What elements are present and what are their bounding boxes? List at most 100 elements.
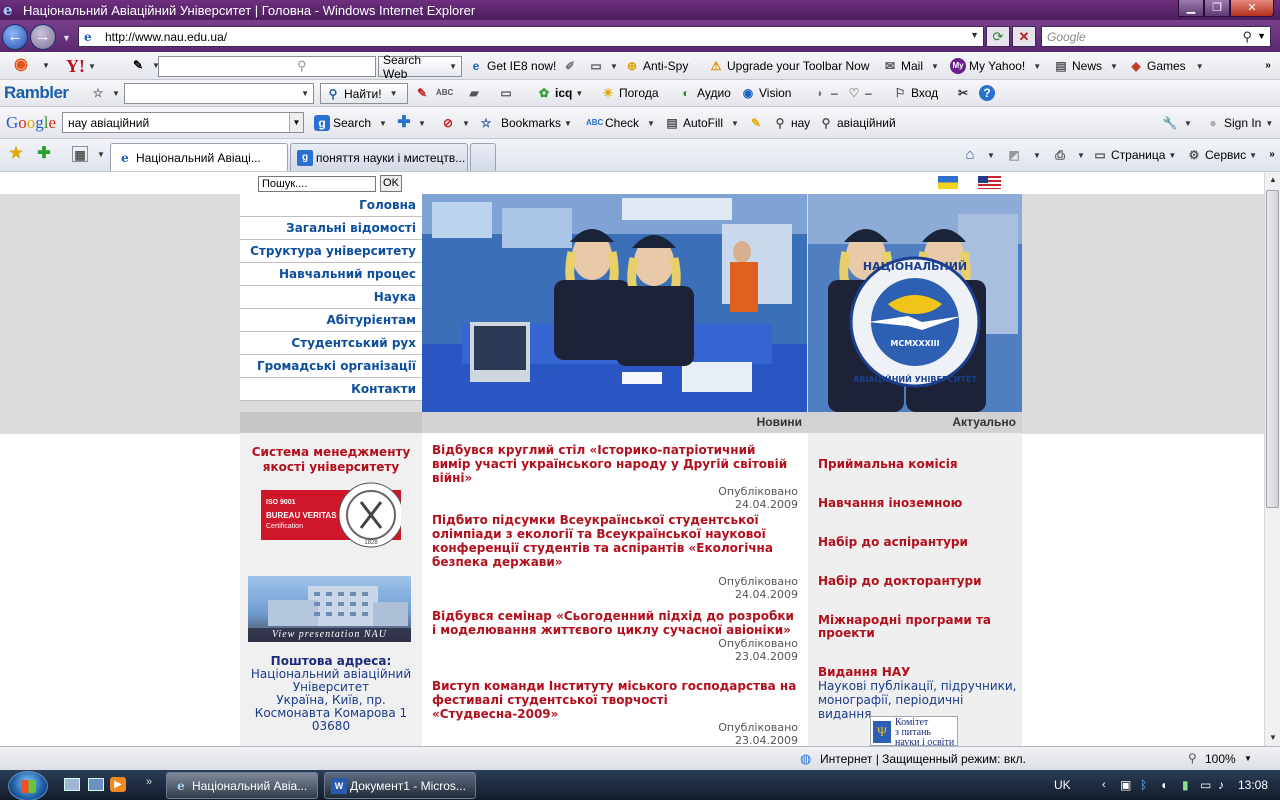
print-dropdown-icon[interactable]: ▼ [1077,151,1085,160]
tab-nau[interactable]: e Національний Авіаці... [110,143,288,171]
actual-link-postgraduate[interactable]: Набір до аспірантури [818,536,1018,549]
upgrade-toolbar-button[interactable]: ⚠ Upgrade your Toolbar Now [708,58,870,74]
address-bar[interactable]: e http://www.nau.edu.ua/ ▼ [78,26,984,47]
settings-tools-icon[interactable]: ✂ [955,85,971,101]
news-title-link[interactable]: Підбито підсумки Всеукраїнської студентс… [432,513,798,569]
autofill-button[interactable]: ▤ AutoFill ▼ [664,115,739,131]
news-button[interactable]: ▤ News ▼ [1053,58,1118,74]
quick-tabs-icon[interactable]: ▦ [72,146,88,162]
tray-bluetooth-icon[interactable]: ᛒ [1140,770,1147,800]
zoom-level[interactable]: 100% [1205,752,1236,766]
my-yahoo-button[interactable]: My My Yahoo! ▼ [950,58,1041,74]
taskbar-ie-window[interactable]: e Національний Авіа... [166,772,318,799]
help-icon[interactable]: ? [979,85,995,101]
add-favorites-icon[interactable]: ✚ [36,146,52,162]
quicklaunch-more-icon[interactable]: » [146,776,152,788]
vision-button[interactable]: ◉ Vision [740,85,792,101]
actual-link-foreign-study[interactable]: Навчання іноземною [818,497,1018,510]
show-desktop-icon[interactable] [64,778,80,791]
nav-education[interactable]: Навчальний процес [240,263,422,286]
security-zone[interactable]: Интернет | Защищенный режим: вкл. [820,752,1026,766]
google-search-button[interactable]: g Search ▼ [314,115,387,131]
page-menu-button[interactable]: ▭ Страница ▼ [1092,147,1176,163]
plus-icon[interactable]: ✚ [396,115,412,131]
presentation-banner[interactable]: View presentation NAU [248,576,411,642]
edit-icon[interactable]: ✐ [562,58,578,74]
tray-volume-icon[interactable]: ◖ [1160,770,1167,800]
star-icon[interactable]: ☆ [90,85,106,101]
toolbar-more-icon[interactable]: » [1260,58,1276,74]
more-icon[interactable]: » [1264,147,1280,163]
start-button[interactable] [8,771,48,800]
sign-in-dropdown-icon[interactable]: ▼ [1265,119,1273,128]
scroll-up-icon[interactable]: ▲ [1265,172,1280,188]
eye-dropdown-icon[interactable]: ▼ [42,61,50,70]
new-tab-button[interactable] [470,143,496,171]
tools-menu-dropdown-icon[interactable]: ▼ [1249,151,1257,160]
highlighter-icon[interactable]: ✎ [748,115,764,131]
stop-button[interactable]: ✕ [1012,26,1036,47]
google-search-input[interactable]: нау авіаційний ▼ [62,112,304,133]
yahoo-dropdown-icon[interactable]: ▼ [88,62,96,71]
google-query-dropdown-icon[interactable]: ▼ [289,113,303,132]
print-icon[interactable]: ⎙ [1052,147,1068,163]
rambler-search-input[interactable]: ▼ [124,83,314,104]
chat-icon[interactable]: ◗ [812,85,828,101]
google-logo[interactable]: Google [6,113,56,133]
favorites-star-icon[interactable]: ★ [8,146,24,162]
tools-menu-button[interactable]: ⚙ Сервис ▼ [1186,147,1257,163]
scroll-down-icon[interactable]: ▼ [1265,730,1280,746]
tray-expand-icon[interactable]: ‹ [1102,770,1106,800]
actual-link-admission[interactable]: Приймальна комісія [818,458,1018,471]
plus-dropdown-icon[interactable]: ▼ [418,119,426,128]
eye-icon[interactable]: ◉ [6,57,36,73]
scroll-thumb[interactable] [1266,190,1279,508]
anti-spy-button[interactable]: ⊕ Anti-Spy [624,58,688,74]
back-button[interactable]: ← [2,24,28,50]
icq-dropdown-icon[interactable]: ▼ [575,89,583,98]
news-title-link[interactable]: Виступ команди Інституту міського господ… [432,679,798,721]
google-search-dropdown-icon[interactable]: ▼ [379,119,387,128]
pencil-icon[interactable]: ✎ [130,57,146,73]
nav-science[interactable]: Наука [240,286,422,309]
games-dropdown-icon[interactable]: ▼ [1196,62,1204,71]
yahoo-logo-icon[interactable]: Y! [66,56,85,77]
audio-button[interactable]: ◐ Аудио [678,85,730,101]
nav-applicants[interactable]: Абітурієнтам [240,309,422,332]
bookmarks-dropdown-icon[interactable]: ▼ [564,119,572,128]
maximize-button[interactable]: ❐ [1204,0,1230,17]
bureau-veritas-badge[interactable]: ISO 9001 BUREAU VERITAS Certification 18… [261,482,404,548]
nav-contacts[interactable]: Контакти [240,378,422,401]
tab-list-dropdown-icon[interactable]: ▼ [97,150,105,159]
vertical-scrollbar[interactable]: ▲ ▼ [1264,172,1280,746]
tray-network-icon[interactable]: ▣ [1120,770,1131,800]
mail-button[interactable]: ✉ Mail ▼ [882,58,939,74]
spellcheck-button[interactable]: ABC Check ▼ [586,115,655,131]
wrench-dropdown-icon[interactable]: ▼ [1184,119,1192,128]
news-title-link[interactable]: Відбувся семінар «Сьогоденний підхід до … [432,609,798,637]
spell-icon[interactable]: ABC [436,85,453,101]
taskbar-word-window[interactable]: W Документ1 - Micros... [324,772,476,799]
heart-icon[interactable]: ♡ [846,85,862,101]
rambler-logo[interactable]: Rambler [4,83,69,103]
popup-blocker-icon[interactable]: ⊘ [440,115,456,131]
find-dropdown-icon[interactable]: ▼ [390,89,398,98]
check-dropdown-icon[interactable]: ▼ [647,119,655,128]
home-dropdown-icon[interactable]: ▼ [987,151,995,160]
media-player-icon[interactable]: ▶ [110,777,126,792]
clock[interactable]: 13:08 [1238,770,1268,800]
science-committee-banner[interactable]: Ψ Комітет з питань науки і освіти [870,716,958,746]
highlight-icon[interactable]: ✎ [414,85,430,101]
news-dropdown-icon[interactable]: ▼ [1110,62,1118,71]
recent-pages-dropdown[interactable]: ▼ [62,33,71,43]
window-icon[interactable]: ▭ [588,58,604,74]
tray-monitor-icon[interactable]: ▭ [1200,770,1211,800]
nav-student-movement[interactable]: Студентський рух [240,332,422,355]
search-word-nau[interactable]: ⚲ нау [772,115,811,131]
switch-windows-icon[interactable] [88,778,104,791]
ukraine-flag-icon[interactable] [938,176,958,189]
page-menu-dropdown-icon[interactable]: ▼ [1168,151,1176,160]
forward-button[interactable]: → [30,24,56,50]
site-search-input[interactable]: Пошук.... [258,176,376,192]
search-box[interactable]: Google ⚲ ▼ [1041,26,1271,47]
